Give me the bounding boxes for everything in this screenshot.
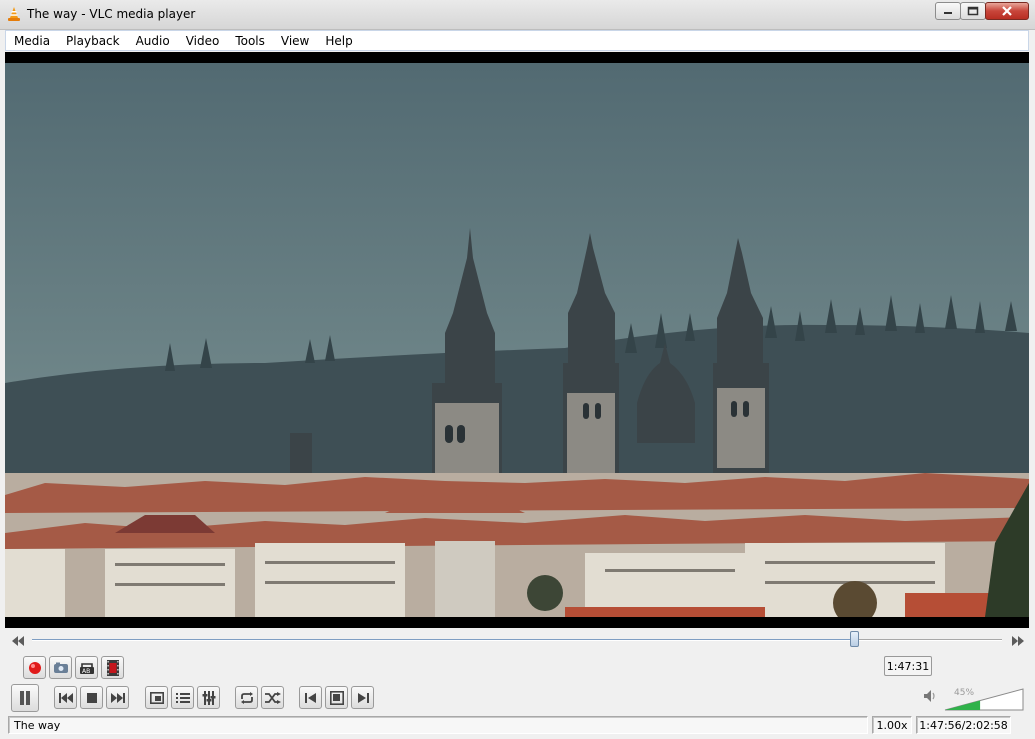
maximize-button[interactable] <box>960 2 986 20</box>
menu-playback[interactable]: Playback <box>58 34 128 48</box>
playlist-icon <box>175 692 190 703</box>
menu-bar: Media Playback Audio Video Tools View He… <box>5 30 1029 51</box>
seek-forward-icon[interactable] <box>1012 636 1024 646</box>
frame-by-frame-icon <box>106 659 119 676</box>
speaker-icon[interactable] <box>923 689 937 703</box>
minimize-button[interactable] <box>935 2 961 20</box>
previous-button[interactable] <box>54 686 77 709</box>
close-icon <box>1002 6 1012 16</box>
snapshot-button[interactable] <box>49 656 72 679</box>
toggle-video-button[interactable] <box>325 686 348 709</box>
menu-help[interactable]: Help <box>317 34 360 48</box>
menu-media[interactable]: Media <box>6 34 58 48</box>
vlc-cone-icon <box>8 7 20 21</box>
extended-settings-button[interactable] <box>197 686 220 709</box>
menu-audio[interactable]: Audio <box>128 34 178 48</box>
playback-speed[interactable]: 1.00x <box>872 716 912 734</box>
extended-settings-icon <box>202 690 215 705</box>
title-bar: The way - VLC media player <box>0 0 1035 30</box>
seek-slider[interactable] <box>32 631 1002 647</box>
menu-video[interactable]: Video <box>178 34 228 48</box>
record-button[interactable] <box>23 656 46 679</box>
maximize-icon <box>967 6 979 16</box>
seek-backward-icon[interactable] <box>12 636 24 646</box>
next-icon <box>110 692 125 703</box>
seek-progress <box>32 639 855 640</box>
snapshot-icon <box>53 662 68 673</box>
seek-time-tooltip: 1:47:31 <box>884 656 932 676</box>
previous-icon <box>58 692 73 703</box>
fullscreen-button[interactable] <box>145 686 168 709</box>
window-controls <box>935 2 1029 20</box>
seek-handle[interactable] <box>850 631 860 647</box>
loop-ab-button[interactable]: AB <box>75 656 98 679</box>
frame-by-frame-button[interactable] <box>101 656 124 679</box>
elapsed-total-time[interactable]: 1:47:56/2:02:58 <box>916 716 1011 734</box>
video-frame-image <box>5 63 1029 617</box>
pause-icon <box>20 691 30 705</box>
shuffle-button[interactable] <box>261 686 284 709</box>
volume-percent: 45% <box>954 688 975 698</box>
menu-tools[interactable]: Tools <box>227 34 273 48</box>
window-title: The way - VLC media player <box>27 7 196 21</box>
previous-frame-button[interactable] <box>299 686 322 709</box>
status-media-title: The way <box>8 716 868 734</box>
stop-icon <box>86 692 97 703</box>
next-frame-icon <box>357 692 369 703</box>
stop-button[interactable] <box>80 686 103 709</box>
record-icon <box>28 661 41 674</box>
toggle-video-icon <box>329 690 344 705</box>
loop-ab-icon: AB <box>79 662 94 675</box>
minimize-icon <box>944 12 952 14</box>
close-button[interactable] <box>985 2 1029 20</box>
seek-row <box>8 631 1028 650</box>
svg-text:AB: AB <box>82 668 90 675</box>
video-area[interactable] <box>5 52 1029 628</box>
previous-frame-icon <box>304 692 316 703</box>
playlist-button[interactable] <box>171 686 194 709</box>
menu-view[interactable]: View <box>273 34 317 48</box>
fullscreen-icon <box>149 691 164 704</box>
loop-button[interactable] <box>235 686 258 709</box>
next-button[interactable] <box>106 686 129 709</box>
status-bar: The way 1.00x 1:47:56/2:02:58 <box>0 714 1035 739</box>
play-pause-button[interactable] <box>11 684 39 712</box>
next-frame-button[interactable] <box>351 686 374 709</box>
shuffle-icon <box>264 691 281 704</box>
loop-icon <box>240 691 253 704</box>
